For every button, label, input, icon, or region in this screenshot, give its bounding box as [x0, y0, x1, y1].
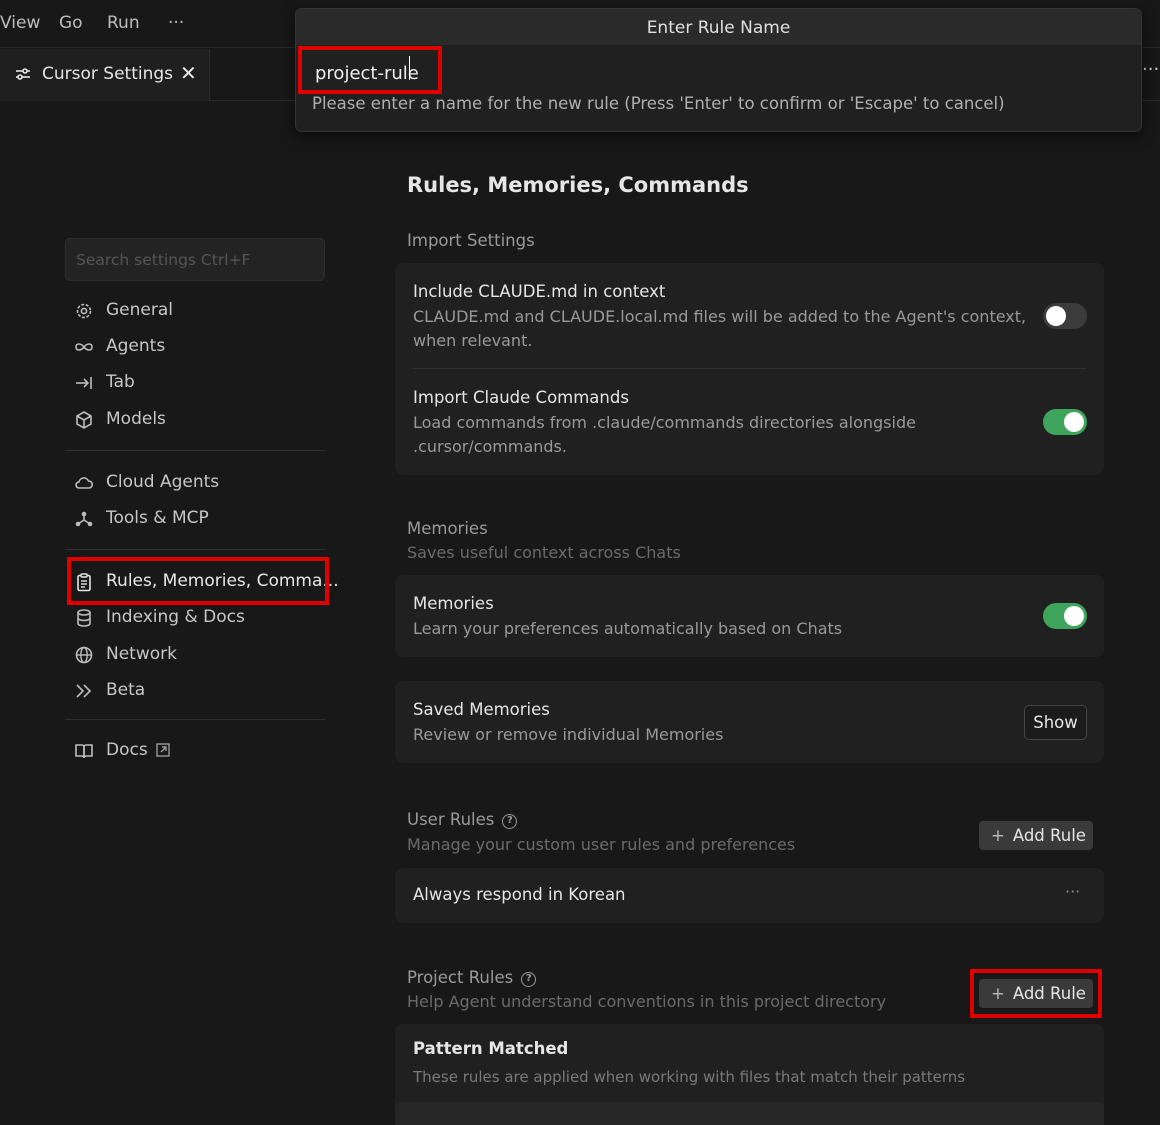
- include-claude-md-toggle[interactable]: [1043, 303, 1087, 329]
- memories-card: Memories Learn your preferences automati…: [395, 575, 1104, 657]
- sidebar-item-label: Network: [106, 644, 177, 664]
- project-rules-title: Project Rules?: [407, 968, 537, 987]
- sidebar-item-cloud-agents[interactable]: Cloud Agents: [70, 466, 325, 500]
- memories-desc: Learn your preferences automatically bas…: [413, 619, 843, 638]
- project-rule-item[interactable]: [395, 1102, 1104, 1125]
- sidebar-item-network[interactable]: Network: [70, 638, 325, 672]
- sidebar-item-label: Tab: [106, 372, 135, 392]
- user-rules-title: User Rules?: [407, 810, 518, 829]
- sidebar-item-tools-mcp[interactable]: Tools & MCP: [70, 502, 325, 536]
- page-title: Rules, Memories, Commands: [407, 173, 749, 197]
- sidebar-item-agents[interactable]: Agents: [70, 330, 325, 364]
- memories-section-title: Memories: [407, 519, 488, 538]
- sidebar-item-label: Cloud Agents: [106, 472, 220, 492]
- saved-memories-desc: Review or remove individual Memories: [413, 725, 724, 744]
- sidebar-item-label: Tools & MCP: [106, 508, 209, 528]
- settings-sliders-icon: [16, 68, 30, 80]
- database-icon: [77, 609, 91, 627]
- pattern-matched-title: Pattern Matched: [413, 1039, 569, 1058]
- user-rule-item[interactable]: Always respond in Korean ···: [395, 868, 1104, 923]
- pattern-matched-card: Pattern Matched These rules are applied …: [395, 1024, 1104, 1125]
- tab-cursor-settings[interactable]: Cursor Settings ✕: [0, 49, 210, 101]
- highlight-rule-input: [298, 46, 442, 94]
- sidebar-item-label: Models: [106, 409, 166, 429]
- help-icon[interactable]: ?: [521, 972, 537, 987]
- sidebar-divider: [65, 450, 325, 451]
- sidebar-divider: [65, 719, 325, 720]
- dialog-message: Please enter a name for the new rule (Pr…: [312, 94, 1005, 113]
- menu-go[interactable]: Go: [59, 13, 83, 33]
- import-settings-card: Include CLAUDE.md in context CLAUDE.md a…: [395, 263, 1104, 475]
- user-rules-subtitle: Manage your custom user rules and prefer…: [407, 835, 796, 854]
- menu-view[interactable]: View: [0, 13, 40, 33]
- tab-label: Cursor Settings: [42, 64, 174, 84]
- include-claude-md-desc: CLAUDE.md and CLAUDE.local.md files will…: [413, 307, 1027, 350]
- infinity-icon: [75, 343, 93, 351]
- external-link-icon: [156, 743, 170, 757]
- double-chevron-icon: [76, 684, 92, 698]
- highlight-sidebar-rules: [67, 557, 329, 605]
- sidebar-item-tab[interactable]: Tab: [70, 366, 325, 400]
- import-claude-commands-title: Import Claude Commands: [413, 388, 629, 407]
- sidebar-item-label: Agents: [106, 336, 166, 356]
- memories-title: Memories: [413, 594, 494, 613]
- globe-icon: [75, 646, 93, 664]
- help-icon[interactable]: ?: [502, 814, 518, 829]
- pattern-matched-desc: These rules are applied when working wit…: [413, 1068, 966, 1086]
- gear-icon: [76, 303, 92, 319]
- memories-section-subtitle: Saves useful context across Chats: [407, 543, 681, 562]
- sidebar-item-beta[interactable]: Beta: [70, 674, 325, 708]
- memories-toggle[interactable]: [1043, 603, 1087, 629]
- highlight-add-project-rule: [970, 969, 1102, 1018]
- row-divider: [413, 368, 1086, 369]
- include-claude-md-title: Include CLAUDE.md in context: [413, 282, 666, 301]
- sidebar-item-label: Docs: [106, 740, 148, 760]
- saved-memories-title: Saved Memories: [413, 700, 550, 719]
- sidebar-item-label: General: [106, 300, 173, 320]
- sidebar-item-indexing-docs[interactable]: Indexing & Docs: [70, 601, 325, 635]
- sidebar-divider: [65, 549, 325, 550]
- cube-icon: [76, 411, 92, 429]
- project-rules-subtitle: Help Agent understand conventions in thi…: [407, 992, 887, 1011]
- plus-icon: +: [991, 826, 1005, 845]
- show-memories-button[interactable]: Show: [1024, 705, 1087, 740]
- import-claude-commands-toggle[interactable]: [1043, 409, 1087, 435]
- sidebar-item-docs[interactable]: Docs: [70, 734, 325, 768]
- close-icon[interactable]: ✕: [180, 61, 197, 85]
- sidebar-item-label: Indexing & Docs: [106, 607, 245, 627]
- menu-more[interactable]: ···: [168, 13, 184, 33]
- editor-more-icon[interactable]: ···: [1142, 59, 1159, 80]
- import-settings-title: Import Settings: [407, 231, 535, 250]
- sidebar-item-models[interactable]: Models: [70, 403, 325, 437]
- sidebar-item-label: Beta: [106, 680, 146, 700]
- book-icon: [75, 744, 93, 759]
- menu-run[interactable]: Run: [107, 13, 140, 33]
- add-user-rule-button[interactable]: + Add Rule: [979, 821, 1093, 850]
- user-rule-text: Always respond in Korean: [413, 885, 626, 904]
- cloud-icon: [75, 477, 94, 489]
- dialog-title: Enter Rule Name: [296, 9, 1141, 45]
- tab-arrow-icon: [76, 377, 92, 389]
- more-options-icon[interactable]: ···: [1065, 882, 1080, 901]
- import-claude-commands-desc: Load commands from .claude/commands dire…: [413, 413, 916, 456]
- saved-memories-card: Saved Memories Review or remove individu…: [395, 681, 1104, 763]
- sidebar-item-general[interactable]: General: [70, 294, 325, 328]
- nodes-icon: [75, 511, 93, 527]
- search-settings-input[interactable]: [65, 238, 325, 281]
